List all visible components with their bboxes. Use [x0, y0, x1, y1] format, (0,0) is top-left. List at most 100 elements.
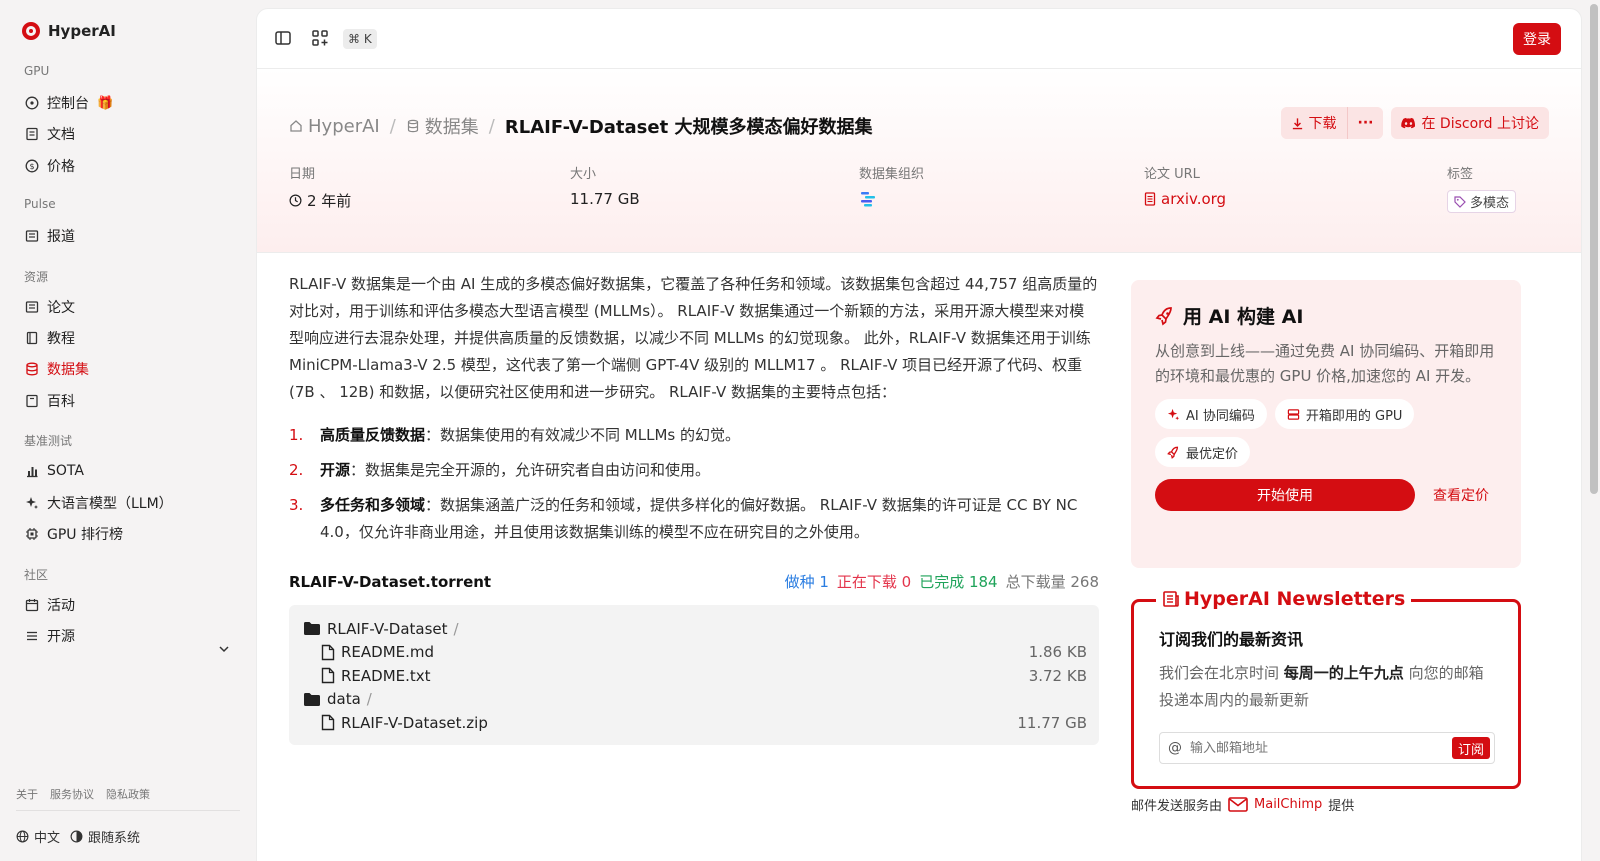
sidebar-item-open-source[interactable]: 开源 [24, 626, 75, 646]
meta-org-value [859, 190, 924, 208]
torrent-stats: 做种 1 正在下载 0 已完成 184 总下载量 268 [785, 571, 1099, 592]
list-item: 1. 高质量反馈数据：数据集使用的有效减少不同 MLLMs 的幻觉。 [289, 422, 1099, 449]
tag-multimodal[interactable]: 多模态 [1447, 190, 1517, 213]
globe-icon [16, 830, 29, 843]
dollar-icon: $ [24, 159, 39, 174]
list-bold: 多任务和多领域 [320, 496, 426, 514]
rocket-icon [1155, 306, 1172, 325]
about-link[interactable]: 关于 [16, 786, 38, 802]
server-icon [1287, 408, 1300, 420]
sidebar-item-sota[interactable]: SOTA [24, 461, 84, 481]
list-number: 2. [289, 461, 304, 479]
paper-url-link[interactable]: arxiv.org [1144, 190, 1226, 208]
sidebar-item-label: 报道 [47, 229, 75, 245]
section-title-resources: 资源 [24, 270, 49, 284]
meta-tags: 标签 多模态 [1447, 163, 1517, 213]
terms-link[interactable]: 服务协议 [50, 786, 94, 802]
dataset-description: RLAIF-V 数据集是一个由 AI 生成的多模态偏好数据集，它覆盖了各种任务和… [289, 271, 1099, 554]
sidebar-item-label: GPU 排行榜 [47, 527, 123, 543]
mailchimp-link[interactable]: MailChimp [1228, 797, 1322, 812]
file-tree-row[interactable]: README.md 1.86 KB [303, 641, 1087, 665]
breadcrumb-home[interactable]: HyperAI [289, 116, 380, 137]
sidebar-item-tutorials[interactable]: 教程 [24, 328, 75, 348]
list-body: ：数据集是完全开源的，允许研究者自由访问和使用。 [350, 461, 711, 479]
more-options-button[interactable]: ··· [1347, 107, 1384, 139]
sidebar-item-gpu-leaderboard[interactable]: GPU 排行榜 [24, 524, 123, 544]
sidebar: HyperAI GPU 控制台 🎁 文档 $ 价格 Pulse 报道 资源 论文… [0, 0, 256, 861]
discord-discuss-button[interactable]: 在 Discord 上讨论 [1391, 107, 1549, 139]
promo-description: 从创意到上线——通过免费 AI 协同编码、开箱即用的环境和最优惠的 GPU 价格… [1155, 342, 1495, 385]
path-suffix: / [366, 690, 372, 709]
file-tree-row[interactable]: README.txt 3.72 KB [303, 664, 1087, 688]
sidebar-item-papers[interactable]: 论文 [24, 297, 75, 317]
sidebar-item-label: 百科 [47, 394, 75, 410]
clock-icon [289, 194, 302, 207]
sidebar-item-wiki[interactable]: 百科 [24, 391, 75, 411]
database-icon [24, 362, 39, 377]
chip-gpu: 开箱即用的 GPU [1274, 399, 1415, 429]
file-name: README.txt [341, 666, 431, 685]
login-button[interactable]: 登录 [1513, 23, 1561, 55]
organization-logo-icon[interactable] [859, 190, 877, 208]
page-title: RLAIF-V-Dataset 大规模多模态偏好数据集 [504, 117, 873, 138]
meta-date-value-row: 2 年前 [289, 190, 351, 211]
tag-icon [1454, 195, 1466, 208]
calendar-icon [24, 598, 39, 613]
sidebar-item-events[interactable]: 活动 [24, 595, 75, 615]
meta-tags-value: 多模态 [1447, 190, 1517, 213]
list-bold: 开源 [320, 461, 351, 479]
apps-grid-icon[interactable] [311, 29, 329, 47]
torrent-title[interactable]: RLAIF-V-Dataset.torrent [289, 573, 491, 591]
total-downloads: 总下载量 268 [1005, 573, 1099, 591]
subscribe-button[interactable]: 订阅 [1451, 737, 1490, 759]
theme-switcher[interactable]: 跟随系统 [70, 827, 140, 846]
command-shortcut[interactable]: ⌘ K [343, 29, 377, 49]
chip-pricing: 最优定价 [1155, 437, 1251, 467]
privacy-link[interactable]: 隐私政策 [106, 786, 150, 802]
sidebar-item-label: 开源 [47, 629, 75, 645]
sidebar-item-llm[interactable]: 大语言模型（LLM） [24, 493, 173, 513]
sidebar-item-docs[interactable]: 文档 [24, 124, 75, 144]
discord-icon [1401, 117, 1416, 128]
rocket-icon [1167, 446, 1179, 459]
seeding-count: 做种 1 [784, 573, 829, 591]
chip-icon [24, 527, 39, 542]
sidebar-item-reports[interactable]: 报道 [24, 226, 75, 246]
view-pricing-link[interactable]: 查看定价 [1433, 485, 1489, 505]
meta-date-value: 2 年前 [307, 192, 352, 210]
logo[interactable]: HyperAI [22, 22, 116, 40]
footer-divider [16, 810, 240, 811]
language-switcher[interactable]: 中文 [16, 827, 60, 846]
get-started-button[interactable]: 开始使用 [1155, 479, 1415, 511]
sidebar-item-console[interactable]: 控制台 🎁 [24, 93, 113, 113]
downloading-count: 正在下载 0 [836, 573, 912, 591]
theme-label: 跟随系统 [88, 831, 141, 846]
provider-pre: 邮件发送服务由 [1131, 799, 1223, 814]
breadcrumb-separator: / [488, 115, 495, 137]
section-title-community: 社区 [24, 568, 49, 582]
file-tree-row[interactable]: RLAIF-V-Dataset.zip 11.77 GB [303, 711, 1087, 735]
file-tree-row[interactable]: RLAIF-V-Dataset / [303, 617, 1087, 641]
email-input[interactable] [1190, 740, 1452, 756]
main-panel: ⌘ K 登录 HyperAI / 数据集 / RLAIF-V-Dataset 大… [256, 8, 1582, 861]
sidebar-item-label: 数据集 [47, 362, 89, 378]
sparkle-icon [1167, 408, 1180, 420]
home-icon [290, 120, 302, 132]
list-text: 高质量反馈数据：数据集使用的有效减少不同 MLLMs 的幻觉。 [320, 422, 740, 449]
sidebar-item-pricing[interactable]: $ 价格 [24, 156, 75, 176]
breadcrumb-datasets[interactable]: 数据集 [406, 113, 479, 139]
download-button[interactable]: 下载 [1280, 107, 1347, 139]
file-tree-row[interactable]: data / [303, 688, 1087, 712]
gift-icon: 🎁 [97, 95, 114, 111]
scrollbar[interactable] [1590, 4, 1598, 494]
list-item: 2. 开源：数据集是完全开源的，允许研究者自由访问和使用。 [289, 457, 1099, 484]
sidebar-toggle-icon[interactable] [274, 29, 292, 47]
file-name: data [327, 690, 361, 709]
chevron-down-icon[interactable] [218, 643, 230, 655]
promo-title-row: 用 AI 构建 AI [1155, 302, 1497, 329]
sidebar-item-label: SOTA [47, 463, 84, 479]
footer-settings: 中文 跟随系统 [16, 827, 140, 846]
sidebar-item-datasets[interactable]: 数据集 [24, 359, 89, 379]
breadcrumb-datasets-label: 数据集 [424, 117, 479, 138]
breadcrumb-separator: / [389, 115, 396, 137]
